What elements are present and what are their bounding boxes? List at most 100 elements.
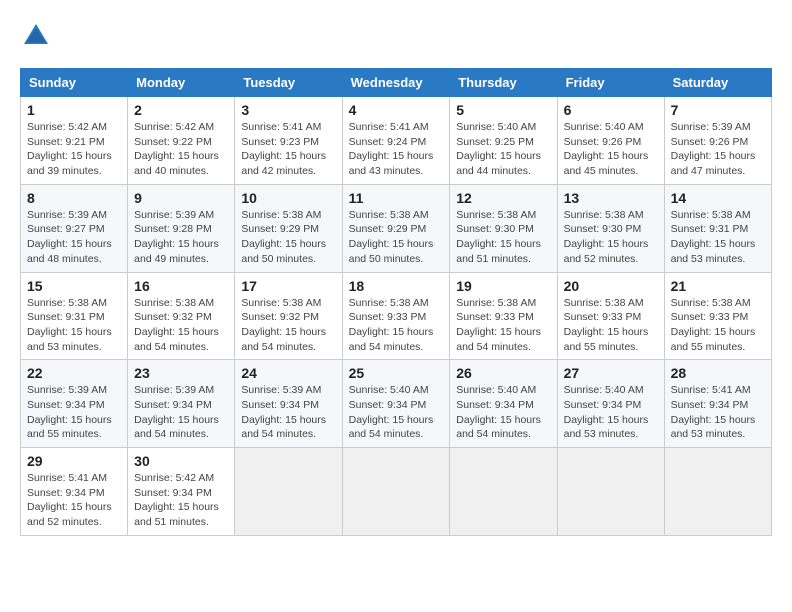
day-number: 3 (241, 102, 335, 118)
day-info: Sunrise: 5:39 AM Sunset: 9:27 PM Dayligh… (27, 208, 121, 267)
day-info: Sunrise: 5:39 AM Sunset: 9:34 PM Dayligh… (134, 383, 228, 442)
day-cell-27: 27 Sunrise: 5:40 AM Sunset: 9:34 PM Dayl… (557, 360, 664, 448)
empty-cell (450, 448, 557, 536)
day-info: Sunrise: 5:41 AM Sunset: 9:34 PM Dayligh… (27, 471, 121, 530)
day-info: Sunrise: 5:41 AM Sunset: 9:24 PM Dayligh… (349, 120, 444, 179)
day-info: Sunrise: 5:38 AM Sunset: 9:29 PM Dayligh… (349, 208, 444, 267)
col-header-tuesday: Tuesday (235, 69, 342, 97)
day-cell-17: 17 Sunrise: 5:38 AM Sunset: 9:32 PM Dayl… (235, 272, 342, 360)
day-cell-1: 1 Sunrise: 5:42 AM Sunset: 9:21 PM Dayli… (21, 97, 128, 185)
day-cell-7: 7 Sunrise: 5:39 AM Sunset: 9:26 PM Dayli… (664, 97, 771, 185)
day-number: 29 (27, 453, 121, 469)
day-cell-28: 28 Sunrise: 5:41 AM Sunset: 9:34 PM Dayl… (664, 360, 771, 448)
day-number: 30 (134, 453, 228, 469)
day-number: 6 (564, 102, 658, 118)
day-number: 28 (671, 365, 765, 381)
day-cell-24: 24 Sunrise: 5:39 AM Sunset: 9:34 PM Dayl… (235, 360, 342, 448)
col-header-sunday: Sunday (21, 69, 128, 97)
day-cell-11: 11 Sunrise: 5:38 AM Sunset: 9:29 PM Dayl… (342, 184, 450, 272)
col-header-friday: Friday (557, 69, 664, 97)
day-info: Sunrise: 5:38 AM Sunset: 9:30 PM Dayligh… (456, 208, 550, 267)
empty-cell (664, 448, 771, 536)
day-info: Sunrise: 5:38 AM Sunset: 9:32 PM Dayligh… (241, 296, 335, 355)
day-number: 19 (456, 278, 550, 294)
day-info: Sunrise: 5:38 AM Sunset: 9:33 PM Dayligh… (564, 296, 658, 355)
day-cell-9: 9 Sunrise: 5:39 AM Sunset: 9:28 PM Dayli… (128, 184, 235, 272)
empty-cell (342, 448, 450, 536)
day-cell-22: 22 Sunrise: 5:39 AM Sunset: 9:34 PM Dayl… (21, 360, 128, 448)
empty-cell (557, 448, 664, 536)
day-cell-25: 25 Sunrise: 5:40 AM Sunset: 9:34 PM Dayl… (342, 360, 450, 448)
calendar-header-row: SundayMondayTuesdayWednesdayThursdayFrid… (21, 69, 772, 97)
day-number: 11 (349, 190, 444, 206)
week-row-3: 15 Sunrise: 5:38 AM Sunset: 9:31 PM Dayl… (21, 272, 772, 360)
day-info: Sunrise: 5:38 AM Sunset: 9:30 PM Dayligh… (564, 208, 658, 267)
day-cell-5: 5 Sunrise: 5:40 AM Sunset: 9:25 PM Dayli… (450, 97, 557, 185)
day-number: 14 (671, 190, 765, 206)
day-number: 4 (349, 102, 444, 118)
empty-cell (235, 448, 342, 536)
week-row-2: 8 Sunrise: 5:39 AM Sunset: 9:27 PM Dayli… (21, 184, 772, 272)
day-info: Sunrise: 5:38 AM Sunset: 9:31 PM Dayligh… (27, 296, 121, 355)
logo-icon (20, 20, 52, 52)
day-number: 24 (241, 365, 335, 381)
day-number: 21 (671, 278, 765, 294)
day-number: 12 (456, 190, 550, 206)
day-cell-20: 20 Sunrise: 5:38 AM Sunset: 9:33 PM Dayl… (557, 272, 664, 360)
day-info: Sunrise: 5:39 AM Sunset: 9:34 PM Dayligh… (27, 383, 121, 442)
day-info: Sunrise: 5:38 AM Sunset: 9:33 PM Dayligh… (349, 296, 444, 355)
week-row-1: 1 Sunrise: 5:42 AM Sunset: 9:21 PM Dayli… (21, 97, 772, 185)
day-cell-6: 6 Sunrise: 5:40 AM Sunset: 9:26 PM Dayli… (557, 97, 664, 185)
week-row-4: 22 Sunrise: 5:39 AM Sunset: 9:34 PM Dayl… (21, 360, 772, 448)
day-number: 13 (564, 190, 658, 206)
day-cell-12: 12 Sunrise: 5:38 AM Sunset: 9:30 PM Dayl… (450, 184, 557, 272)
page-header (20, 20, 772, 52)
col-header-thursday: Thursday (450, 69, 557, 97)
day-number: 7 (671, 102, 765, 118)
day-number: 9 (134, 190, 228, 206)
day-number: 16 (134, 278, 228, 294)
day-cell-3: 3 Sunrise: 5:41 AM Sunset: 9:23 PM Dayli… (235, 97, 342, 185)
day-number: 23 (134, 365, 228, 381)
day-info: Sunrise: 5:41 AM Sunset: 9:34 PM Dayligh… (671, 383, 765, 442)
day-number: 8 (27, 190, 121, 206)
day-cell-21: 21 Sunrise: 5:38 AM Sunset: 9:33 PM Dayl… (664, 272, 771, 360)
day-cell-15: 15 Sunrise: 5:38 AM Sunset: 9:31 PM Dayl… (21, 272, 128, 360)
week-row-5: 29 Sunrise: 5:41 AM Sunset: 9:34 PM Dayl… (21, 448, 772, 536)
day-info: Sunrise: 5:39 AM Sunset: 9:34 PM Dayligh… (241, 383, 335, 442)
day-number: 10 (241, 190, 335, 206)
day-info: Sunrise: 5:40 AM Sunset: 9:34 PM Dayligh… (456, 383, 550, 442)
day-number: 27 (564, 365, 658, 381)
day-info: Sunrise: 5:40 AM Sunset: 9:34 PM Dayligh… (349, 383, 444, 442)
day-number: 17 (241, 278, 335, 294)
day-cell-19: 19 Sunrise: 5:38 AM Sunset: 9:33 PM Dayl… (450, 272, 557, 360)
day-info: Sunrise: 5:38 AM Sunset: 9:32 PM Dayligh… (134, 296, 228, 355)
day-info: Sunrise: 5:38 AM Sunset: 9:31 PM Dayligh… (671, 208, 765, 267)
day-cell-18: 18 Sunrise: 5:38 AM Sunset: 9:33 PM Dayl… (342, 272, 450, 360)
day-number: 22 (27, 365, 121, 381)
day-number: 20 (564, 278, 658, 294)
day-info: Sunrise: 5:38 AM Sunset: 9:29 PM Dayligh… (241, 208, 335, 267)
day-cell-16: 16 Sunrise: 5:38 AM Sunset: 9:32 PM Dayl… (128, 272, 235, 360)
day-number: 26 (456, 365, 550, 381)
day-number: 15 (27, 278, 121, 294)
day-cell-26: 26 Sunrise: 5:40 AM Sunset: 9:34 PM Dayl… (450, 360, 557, 448)
day-cell-30: 30 Sunrise: 5:42 AM Sunset: 9:34 PM Dayl… (128, 448, 235, 536)
day-cell-23: 23 Sunrise: 5:39 AM Sunset: 9:34 PM Dayl… (128, 360, 235, 448)
day-number: 18 (349, 278, 444, 294)
day-info: Sunrise: 5:39 AM Sunset: 9:26 PM Dayligh… (671, 120, 765, 179)
day-info: Sunrise: 5:42 AM Sunset: 9:21 PM Dayligh… (27, 120, 121, 179)
calendar: SundayMondayTuesdayWednesdayThursdayFrid… (20, 68, 772, 536)
day-info: Sunrise: 5:40 AM Sunset: 9:25 PM Dayligh… (456, 120, 550, 179)
day-cell-8: 8 Sunrise: 5:39 AM Sunset: 9:27 PM Dayli… (21, 184, 128, 272)
day-info: Sunrise: 5:40 AM Sunset: 9:34 PM Dayligh… (564, 383, 658, 442)
day-number: 25 (349, 365, 444, 381)
day-number: 5 (456, 102, 550, 118)
day-number: 2 (134, 102, 228, 118)
day-cell-2: 2 Sunrise: 5:42 AM Sunset: 9:22 PM Dayli… (128, 97, 235, 185)
day-info: Sunrise: 5:41 AM Sunset: 9:23 PM Dayligh… (241, 120, 335, 179)
col-header-saturday: Saturday (664, 69, 771, 97)
day-cell-29: 29 Sunrise: 5:41 AM Sunset: 9:34 PM Dayl… (21, 448, 128, 536)
day-cell-14: 14 Sunrise: 5:38 AM Sunset: 9:31 PM Dayl… (664, 184, 771, 272)
col-header-wednesday: Wednesday (342, 69, 450, 97)
